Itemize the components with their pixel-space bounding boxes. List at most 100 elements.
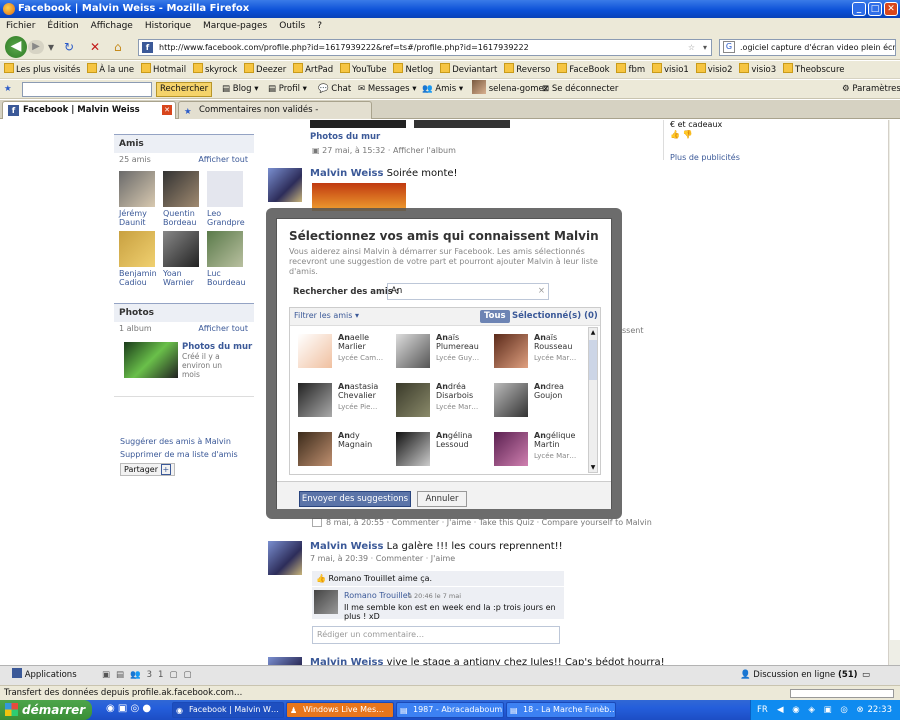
profil-menu[interactable]: ▤ Profil ▾ <box>268 80 307 99</box>
start-button[interactable]: démarrer <box>0 700 92 720</box>
friend-option[interactable]: Anaïs Rousseau Lycée Mar… <box>488 328 584 372</box>
bookmark-item[interactable]: Netlog <box>393 61 433 79</box>
history-dropdown-icon[interactable]: ▾ <box>48 40 54 54</box>
tab-facebook[interactable]: f Facebook | Malvin Weiss ✕ <box>2 101 176 119</box>
comment-input[interactable]: Rédiger un commentaire… <box>312 626 560 644</box>
menu-marque-pages[interactable]: Marque-pages <box>203 21 267 31</box>
bookmark-item[interactable]: Deezer <box>244 61 286 79</box>
commenter-name[interactable]: Romano Trouillet <box>344 591 411 600</box>
reload-icon[interactable]: ↻ <box>64 40 74 54</box>
taskbar-task-18[interactable]: ▤ 18 - La Marche Funèb… <box>506 702 616 718</box>
friend-card[interactable]: Benjamin Cadiou <box>119 231 161 287</box>
friend-option[interactable]: Andréa Disarbois Lycée Mar… <box>390 377 486 421</box>
blog-menu[interactable]: ▤ Blog ▾ <box>222 80 259 99</box>
toolbar-star-icon[interactable]: ★ <box>4 80 12 99</box>
bookmark-item[interactable]: Deviantart <box>440 61 497 79</box>
friend-option[interactable]: Angélique Martin Lycée Mar… <box>488 426 584 470</box>
friend-option[interactable]: Anaïs Plumereau Lycée Guy… <box>390 328 486 372</box>
scroll-up-icon[interactable]: ▲ <box>589 328 597 337</box>
taskbar-task-wlm[interactable]: ♟ Windows Live Mes… <box>286 702 394 718</box>
maximize-button[interactable]: □ <box>868 2 882 16</box>
bookmark-item[interactable]: YouTube <box>339 61 387 79</box>
bookmark-item[interactable]: FaceBook <box>557 61 610 79</box>
wall-photo[interactable] <box>414 120 510 128</box>
send-suggestions-button[interactable]: Envoyer des suggestions <box>299 491 411 507</box>
post-avatar[interactable] <box>268 168 302 202</box>
toolbar-search-button[interactable]: Rechercher <box>156 82 213 97</box>
minimize-button[interactable]: _ <box>852 2 866 16</box>
bookmark-star-icon[interactable]: ☆ <box>688 40 695 55</box>
notifications-icon[interactable]: ▭ <box>862 666 870 685</box>
amis-menu[interactable]: 👥 Amis ▾ <box>422 80 463 99</box>
taskbar-task-facebook[interactable]: ◉ Facebook | Malvin W… <box>172 702 284 718</box>
bookmark-item[interactable]: Les plus visités <box>4 61 80 79</box>
menu-fichier[interactable]: Fichier <box>6 21 35 31</box>
tray-icons[interactable]: ◀ ◉ ◈ ▣ ◎ ⊗ <box>777 700 867 720</box>
bookmark-item[interactable]: visio1 <box>652 61 689 79</box>
close-window-button[interactable]: ✕ <box>884 2 898 16</box>
bookmark-item[interactable]: visio2 <box>695 61 733 79</box>
bookmark-item[interactable]: Theobscure <box>783 61 844 79</box>
logout-link[interactable]: ⊠ Se déconnecter <box>542 80 618 99</box>
friend-option[interactable]: Anaelle Marlier Lycée Cam… <box>292 328 388 372</box>
bookmark-item[interactable]: Hotmail <box>140 61 186 79</box>
friend-card[interactable]: Luc Bourdeau <box>207 231 249 287</box>
bookmark-item[interactable]: À la une <box>87 61 134 79</box>
menu-help[interactable]: ? <box>317 21 322 31</box>
friend-option[interactable]: Angélina Lessoud <box>390 426 486 470</box>
friend-card[interactable]: Jérémy Daunit <box>119 171 161 227</box>
bookmark-item[interactable]: fbm <box>616 61 645 79</box>
page-scrollbar[interactable] <box>888 120 900 665</box>
post-photo[interactable] <box>312 183 406 211</box>
show-all-photos-link[interactable]: Afficher tout <box>198 324 248 333</box>
url-field[interactable]: f http://www.facebook.com/profile.php?id… <box>138 39 712 56</box>
stop-icon[interactable]: ✕ <box>90 40 100 54</box>
chat-menu[interactable]: 💬 Chat <box>318 80 351 99</box>
suggest-friends-link[interactable]: Suggérer des amis à Malvin <box>120 437 254 446</box>
menu-historique[interactable]: Historique <box>145 21 191 31</box>
web-search-field[interactable]: G .ogiciel capture d'écran video plein é… <box>719 39 896 56</box>
post-avatar[interactable] <box>268 541 302 575</box>
home-icon[interactable]: ⌂ <box>114 40 122 54</box>
tab-all-friends[interactable]: Tous <box>480 310 510 323</box>
friend-option[interactable]: Andy Magnain <box>292 426 388 470</box>
scroll-down-icon[interactable]: ▼ <box>589 463 597 472</box>
album-title[interactable]: Photos du mur <box>182 342 252 352</box>
settings-menu[interactable]: ⚙ Paramètres <box>842 80 900 99</box>
menu-affichage[interactable]: Affichage <box>91 21 133 31</box>
friend-search-input[interactable]: An × <box>387 283 549 300</box>
friend-card[interactable]: Quentin Bordeau <box>163 171 205 227</box>
share-button[interactable]: Partager + <box>120 463 176 476</box>
album-thumbnail[interactable] <box>124 342 178 378</box>
remove-friend-link[interactable]: Supprimer de ma liste d'amis <box>120 450 254 459</box>
friend-option[interactable]: Anastasia Chevalier Lycée Pie… <box>292 377 388 421</box>
bookmark-item[interactable]: ArtPad <box>293 61 333 79</box>
close-tab-icon[interactable]: ✕ <box>162 105 172 115</box>
forward-button[interactable]: ▶ <box>28 40 44 54</box>
bookmark-item[interactable]: Reverso <box>504 61 550 79</box>
menu-outils[interactable]: Outils <box>279 21 305 31</box>
cancel-button[interactable]: Annuler <box>417 491 467 507</box>
filter-friends-menu[interactable]: Filtrer les amis ▾ <box>294 311 359 320</box>
clear-search-icon[interactable]: × <box>538 284 545 299</box>
url-dropdown-icon[interactable]: ▾ <box>703 40 707 55</box>
more-ads-link[interactable]: Plus de publicités <box>670 153 740 162</box>
menu-edition[interactable]: Édition <box>47 21 78 31</box>
friend-list-scrollbar[interactable]: ▲ ▼ <box>588 327 598 473</box>
commenter-avatar[interactable] <box>314 590 338 614</box>
applications-button[interactable]: Applications <box>12 666 77 685</box>
chat-online-button[interactable]: 👤 Discussion en ligne (51) <box>740 666 858 685</box>
bookmark-icons[interactable]: ▣▤👥31▢▢ <box>102 666 198 685</box>
quicklaunch-icons[interactable]: ◉ ▣ ◎ ● <box>106 703 151 714</box>
back-button[interactable]: ◀ <box>5 36 27 58</box>
tab-selected-friends[interactable]: Sélectionné(s) (0) <box>512 310 598 323</box>
bookmark-item[interactable]: visio3 <box>739 61 776 79</box>
messages-menu[interactable]: ✉ Messages ▾ <box>358 80 416 99</box>
friend-option[interactable]: Andrea Goujon <box>488 377 584 421</box>
wall-photo[interactable] <box>310 120 406 128</box>
toolbar-user[interactable]: selena-gomez <box>472 80 548 99</box>
toolbar-search-input[interactable] <box>22 82 152 97</box>
post-avatar[interactable] <box>268 657 302 665</box>
tab-skyrock[interactable]: ★ Commentaires non validés - Skyrock.com <box>178 101 372 132</box>
show-all-friends-link[interactable]: Afficher tout <box>198 155 248 164</box>
